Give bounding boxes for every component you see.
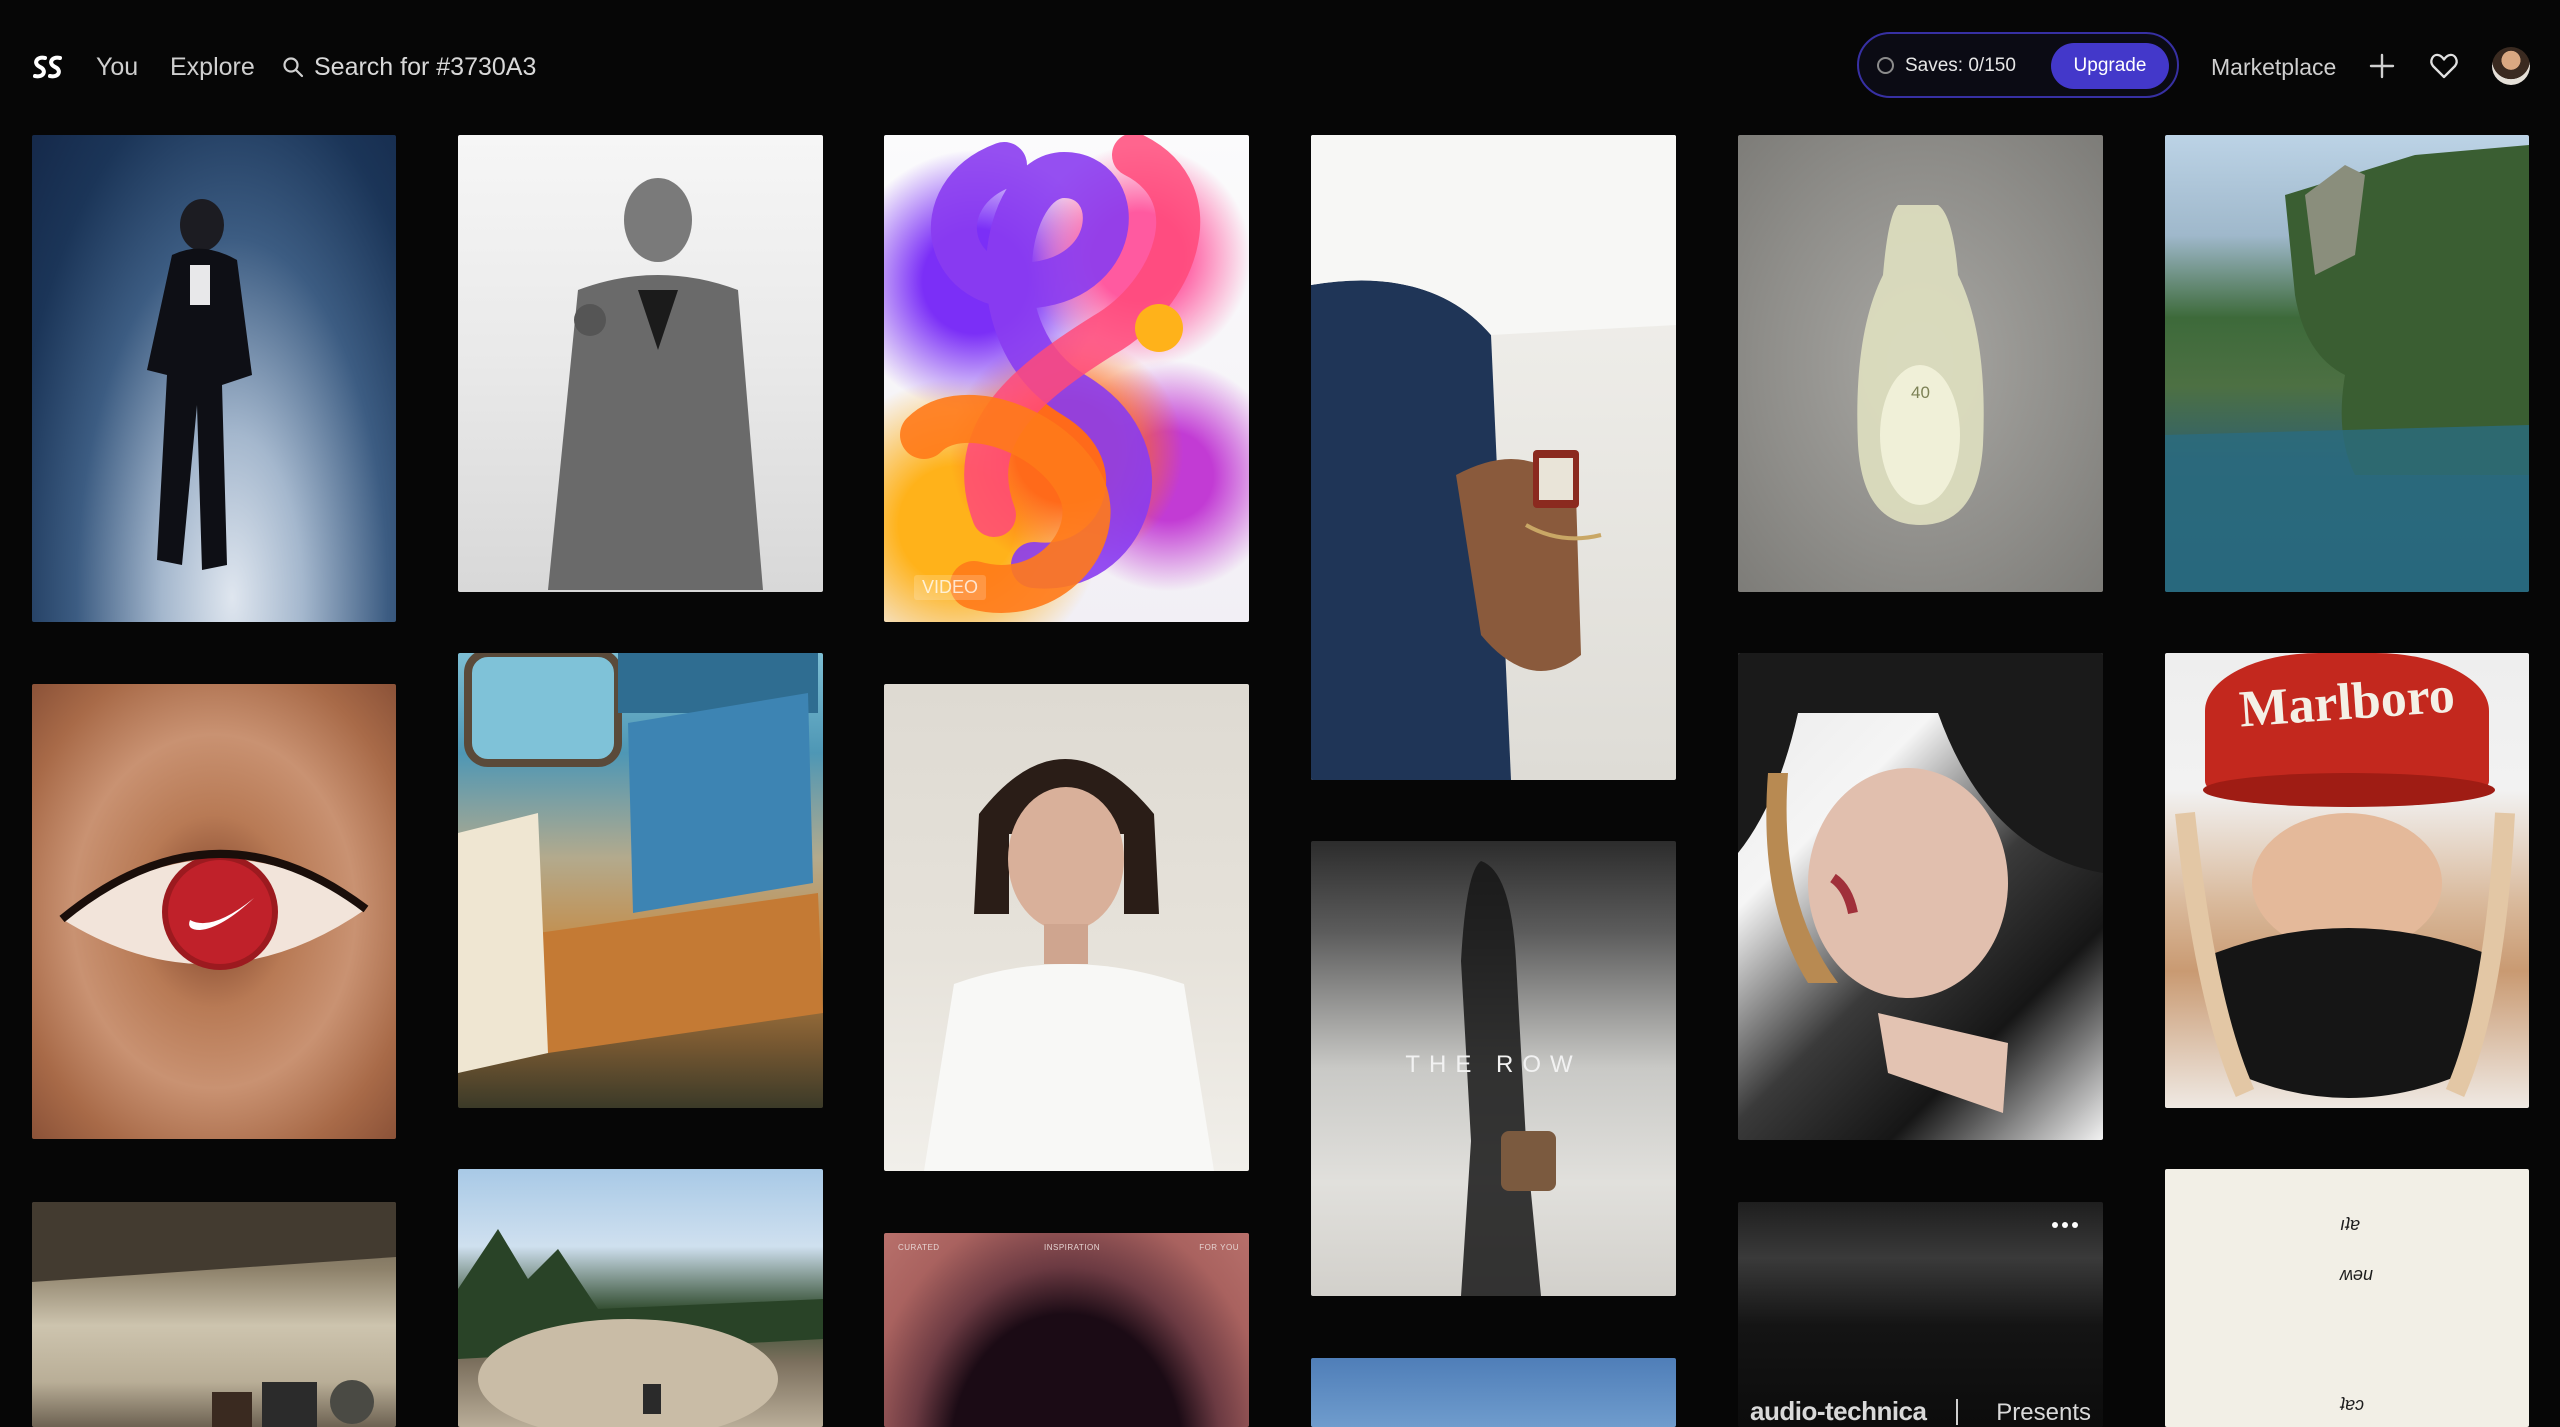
paper-text-2: ʍǝu [2340,1264,2374,1284]
saves-counter[interactable]: Saves: 0/150 Upgrade [1857,32,2179,98]
image-card[interactable] [32,1202,396,1427]
search-input[interactable] [314,52,734,82]
woman-portrait-image [924,759,1214,1171]
image-card[interactable]: CURATED INSPIRATION FOR YOU [884,1233,1249,1427]
paper-text-3: ʇɐɔ [2340,1394,2365,1414]
image-card[interactable] [458,653,823,1108]
wrist-watch-image [1311,135,1676,780]
top-nav: You Explore Saves: 0/150 Upgrade Marketp… [0,0,2560,134]
the-row-caption: THE ROW [1405,1051,1582,1078]
shoe-size-label: 40 [1911,383,1930,402]
image-card[interactable]: audio-technica Presents [1738,1202,2103,1427]
image-card[interactable] [458,135,823,592]
dancer-figure [147,199,252,571]
paper-text-1: ıʇɐ [2340,1214,2361,1234]
image-card[interactable] [1738,653,2103,1140]
image-card[interactable] [1311,135,1676,780]
more-icon[interactable] [2051,1220,2079,1230]
image-card[interactable] [884,684,1249,1171]
logo-icon[interactable] [30,50,64,84]
image-card[interactable] [1311,1358,1676,1427]
eye-image [59,849,369,970]
presents-label: Presents [1996,1399,2091,1426]
image-card[interactable]: THE ROW [1311,841,1676,1296]
video-badge: VIDEO [914,575,987,600]
saves-label: Saves: 0/150 [1905,55,2016,76]
nav-explore[interactable]: Explore [170,50,255,84]
image-card[interactable] [32,684,396,1139]
helmet-image [2175,811,2515,1098]
divider [1956,1399,1958,1425]
nav-marketplace[interactable]: Marketplace [2211,51,2336,83]
portrait-figure [548,178,763,590]
for-you-label: FOR YOU [1199,1243,1239,1252]
heart-icon[interactable] [2428,50,2460,82]
upgrade-button[interactable]: Upgrade [2051,43,2169,89]
search-bar[interactable] [282,48,762,86]
room-image [32,1202,396,1427]
dust-road-image [458,1229,823,1427]
image-card[interactable]: 40 [1738,135,2103,592]
search-icon [283,57,304,78]
image-card[interactable]: VIDEO [884,135,1249,622]
image-card[interactable]: ıʇɐ ʍǝu ʇɐɔ [2165,1169,2529,1427]
rotated-portrait-image [1738,653,2103,1113]
translucent-shoe-image [1857,205,1984,525]
train-seat-image [458,653,823,1073]
plus-icon[interactable] [2366,50,2398,82]
nav-you[interactable]: You [96,50,138,84]
cliff-sea-image [2165,145,2529,592]
image-card[interactable] [2165,135,2529,592]
image-card[interactable] [458,1169,823,1427]
swirl-3d-image [900,135,1201,613]
inspiration-label: INSPIRATION [1044,1243,1101,1252]
brand-label: audio-technica [1750,1396,1927,1426]
image-card[interactable]: Marlboro [2165,653,2529,1108]
circle-icon [1877,57,1894,74]
avatar[interactable] [2492,47,2530,85]
image-card[interactable] [32,135,396,622]
curated-label: CURATED [898,1243,940,1252]
